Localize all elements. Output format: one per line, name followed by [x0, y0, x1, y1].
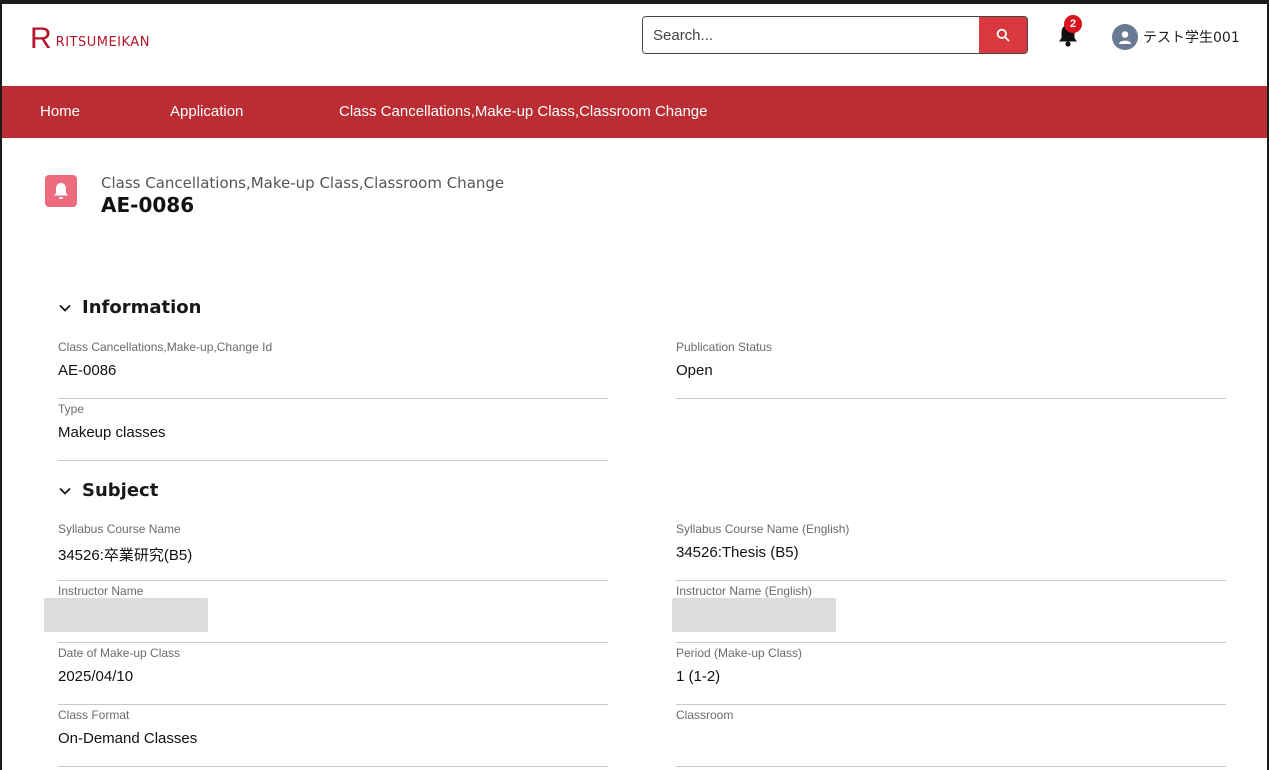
- nav-item-home[interactable]: Home: [40, 86, 80, 138]
- field-course-name-english: Syllabus Course Name (English) 34526:The…: [676, 522, 1226, 581]
- field-label: Publication Status: [676, 340, 773, 354]
- field-course-name: Syllabus Course Name 34526:卒業研究(B5): [58, 522, 608, 581]
- section-title: Subject: [82, 480, 159, 501]
- field-label: Type: [58, 402, 85, 416]
- logo-mark: R: [30, 22, 52, 55]
- field-label: Class Cancellations,Make-up,Change Id: [58, 340, 273, 354]
- field-label: Classroom: [676, 708, 734, 722]
- field-publication-status: Publication Status Open: [676, 340, 1226, 399]
- record-type-icon: [45, 175, 77, 207]
- logo-text: RITSUMEIKAN: [55, 34, 150, 50]
- ritsumeikan-logo[interactable]: R RITSUMEIKAN: [30, 24, 150, 54]
- nav-item-application[interactable]: Application: [170, 86, 243, 138]
- field-label: Instructor Name: [58, 584, 144, 598]
- field-label: Class Format: [58, 708, 130, 722]
- section-information-toggle[interactable]: Information: [58, 297, 201, 318]
- notification-count-badge: 2: [1064, 15, 1082, 33]
- field-classroom: Classroom: [676, 708, 1226, 767]
- field-makeup-date: Date of Make-up Class 2025/04/10: [58, 646, 608, 705]
- search-input[interactable]: [643, 17, 979, 53]
- bell-icon: [54, 183, 68, 199]
- redacted-value: [44, 598, 208, 632]
- search-icon: [996, 28, 1010, 42]
- nav-item-class-cancellations[interactable]: Class Cancellations,Make-up Class,Classr…: [339, 86, 708, 138]
- field-change-id: Class Cancellations,Make-up,Change Id AE…: [58, 340, 608, 399]
- field-value: Makeup classes: [58, 424, 166, 441]
- field-type: Type Makeup classes: [58, 402, 608, 461]
- section-title: Information: [82, 297, 202, 318]
- user-menu[interactable]: テスト学生001: [1112, 24, 1240, 50]
- field-value: AE-0086: [58, 362, 117, 379]
- field-instructor-name-english: Instructor Name (English): [672, 584, 1226, 643]
- search-box: [642, 16, 1028, 54]
- field-instructor-name: Instructor Name: [44, 584, 608, 643]
- record-title: AE-0086: [101, 193, 195, 217]
- main-nav: Home Application Class Cancellations,Mak…: [2, 86, 1267, 138]
- field-value: Open: [676, 362, 713, 379]
- user-avatar-icon: [1112, 24, 1138, 50]
- field-label: Period (Make-up Class): [676, 646, 803, 660]
- field-value: 2025/04/10: [58, 668, 134, 685]
- chevron-down-icon: [59, 487, 71, 495]
- user-name: テスト学生001: [1143, 30, 1240, 46]
- field-label: Syllabus Course Name: [58, 522, 181, 536]
- field-value: 34526:卒業研究(B5): [58, 547, 193, 564]
- field-value: 34526:Thesis (B5): [676, 544, 799, 561]
- field-label: Syllabus Course Name (English): [676, 522, 850, 536]
- section-subject-toggle[interactable]: Subject: [58, 480, 158, 501]
- field-label: Instructor Name (English): [676, 584, 813, 598]
- chevron-down-icon: [59, 304, 71, 312]
- field-makeup-period: Period (Make-up Class) 1 (1-2): [676, 646, 1226, 705]
- record-object-label: Class Cancellations,Make-up Class,Classr…: [101, 174, 505, 192]
- field-class-format: Class Format On-Demand Classes: [58, 708, 608, 767]
- field-value: 1 (1-2): [676, 668, 721, 685]
- search-button[interactable]: [979, 17, 1027, 53]
- field-value: On-Demand Classes: [58, 730, 198, 747]
- redacted-value: [672, 598, 836, 632]
- field-label: Date of Make-up Class: [58, 646, 181, 660]
